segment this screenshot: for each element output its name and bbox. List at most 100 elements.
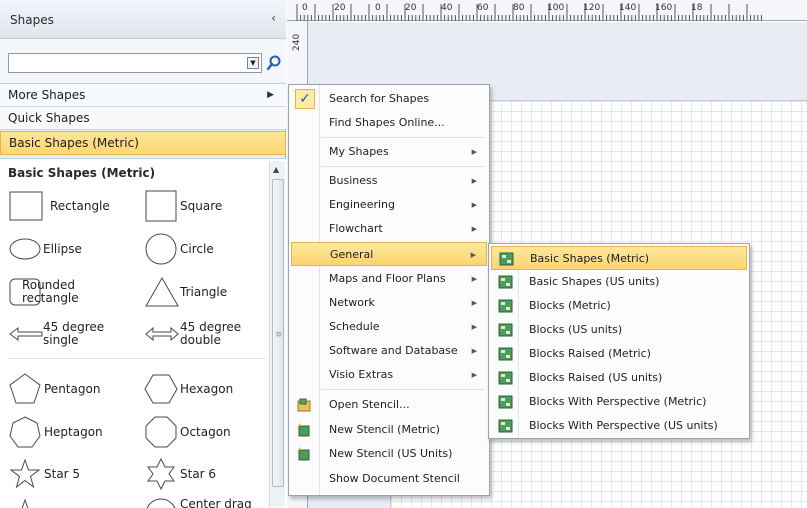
search-input[interactable]: ▼: [8, 53, 262, 73]
shape-label: Heptagon: [44, 424, 103, 439]
open-stencil-icon: [297, 398, 311, 412]
menu-item-my-shapes[interactable]: My Shapes ▶: [291, 140, 487, 164]
search-dropdown-button[interactable]: ▼: [247, 57, 259, 69]
shape-hexagon[interactable]: Hexagon: [144, 372, 264, 406]
menu-item-label: Network: [329, 296, 375, 309]
shape-center-drag[interactable]: Center drag: [144, 497, 264, 508]
hexagon-shape-icon: [144, 374, 178, 404]
shape-octagon[interactable]: Octagon: [144, 415, 264, 449]
shape-pentagon[interactable]: Pentagon: [8, 372, 138, 406]
submenu-item-label: Blocks Raised (US units): [529, 371, 663, 384]
menu-item-flowchart[interactable]: Flowchart ▶: [291, 217, 487, 241]
submenu-arrow-icon: ▶: [471, 225, 477, 233]
double-arrow-shape-icon: [145, 326, 179, 342]
center-drag-shape-icon: [146, 498, 176, 508]
shape-45-degree-double[interactable]: 45 degree double: [144, 317, 264, 351]
horizontal-ruler[interactable]: 0 20 0 20 40 60 80 100 120 140 160 18: [287, 0, 807, 21]
ruler-number: 240: [292, 33, 302, 51]
ruler-number: 40: [441, 3, 453, 13]
submenu-item-label: Blocks (US units): [529, 323, 623, 336]
submenu-item-blocks-raised-metric[interactable]: Blocks Raised (Metric): [491, 342, 747, 366]
stencil-icon: [498, 419, 513, 433]
ruler-number: 18: [691, 3, 703, 13]
shape-heptagon[interactable]: Heptagon: [8, 415, 138, 449]
ruler-number: 140: [619, 3, 637, 13]
menu-item-schedule[interactable]: Schedule ▶: [291, 315, 487, 339]
stencil-scrollbar[interactable]: ▲ ≡: [269, 161, 285, 507]
menu-item-network[interactable]: Network ▶: [291, 291, 487, 315]
shape-square[interactable]: Square: [144, 189, 264, 223]
grip-icon: ≡: [275, 330, 283, 340]
shape-label: Square: [180, 198, 223, 213]
menu-item-visio-extras[interactable]: Visio Extras ▶: [291, 363, 487, 387]
shape-label: Triangle: [180, 284, 228, 299]
menu-item-label: Open Stencil...: [329, 398, 410, 411]
menu-item-new-stencil-metric[interactable]: New Stencil (Metric): [291, 418, 487, 442]
shape-partial-star[interactable]: [8, 497, 48, 508]
menu-item-label: New Stencil (US Units): [329, 447, 453, 460]
shape-star-5[interactable]: Star 5: [8, 457, 138, 491]
stencil-icon: [498, 395, 513, 409]
shape-triangle[interactable]: Triangle: [144, 275, 264, 309]
quick-shapes-button[interactable]: Quick Shapes: [0, 107, 286, 130]
submenu-item-label: Blocks With Perspective (US units): [529, 419, 718, 432]
shape-label: 45 degree double: [180, 320, 242, 347]
shape-label: Hexagon: [180, 381, 234, 396]
submenu-item-basic-shapes-metric[interactable]: Basic Shapes (Metric): [491, 246, 747, 270]
menu-item-find-shapes-online[interactable]: Find Shapes Online...: [291, 111, 487, 135]
shapes-pane-title: Shapes: [10, 13, 54, 27]
shape-rectangle[interactable]: Rectangle: [8, 189, 138, 223]
submenu-arrow-icon: ▶: [471, 148, 477, 156]
menu-item-business[interactable]: Business ▶: [291, 169, 487, 193]
menu-separator: [321, 166, 485, 167]
shape-label: Star 6: [180, 466, 217, 481]
shape-label: Rounded rectangle: [22, 278, 79, 305]
shape-label: Rectangle: [50, 198, 110, 213]
submenu-item-blocks-metric[interactable]: Blocks (Metric): [491, 294, 747, 318]
stencil-icon: [498, 299, 513, 313]
submenu-arrow-icon: ▶: [471, 275, 477, 283]
shape-star-6[interactable]: Star 6: [144, 457, 264, 491]
shapes-pane-header: Shapes ‹: [0, 0, 286, 39]
submenu-arrow-icon: ▶: [471, 347, 477, 355]
shape-rounded-rectangle[interactable]: Rounded rectangle: [8, 275, 138, 309]
submenu-item-basic-shapes-us-units[interactable]: Basic Shapes (US units): [491, 270, 747, 294]
more-shapes-button[interactable]: More Shapes ▶: [0, 84, 286, 107]
submenu-item-blocks-with-perspective-metric[interactable]: Blocks With Perspective (Metric): [491, 390, 747, 414]
collapse-pane-button[interactable]: ‹: [271, 11, 276, 25]
shape-circle[interactable]: Circle: [144, 232, 264, 266]
menu-item-label: Show Document Stencil: [329, 472, 460, 485]
menu-item-label: Software and Database: [329, 344, 458, 357]
shape-45-degree-single[interactable]: 45 degree single: [8, 317, 138, 351]
search-icon: [266, 55, 281, 71]
menu-item-general[interactable]: General ▶: [291, 242, 487, 266]
star6-shape-icon: [147, 457, 175, 491]
menu-item-search-for-shapes[interactable]: ✓ Search for Shapes: [291, 87, 487, 111]
general-submenu: Basic Shapes (Metric) Basic Shapes (US u…: [488, 243, 750, 439]
menu-item-show-document-stencil[interactable]: Show Document Stencil: [291, 467, 487, 491]
menu-item-label: Visio Extras: [329, 368, 394, 381]
menu-item-new-stencil-us-units[interactable]: New Stencil (US Units): [291, 442, 487, 466]
submenu-item-blocks-us-units[interactable]: Blocks (US units): [491, 318, 747, 342]
menu-item-label: My Shapes: [329, 145, 389, 158]
submenu-item-blocks-with-perspective-us-units[interactable]: Blocks With Perspective (US units): [491, 414, 747, 438]
menu-item-label: Schedule: [329, 320, 380, 333]
menu-item-label: New Stencil (Metric): [329, 423, 440, 436]
shape-ellipse[interactable]: Ellipse: [8, 232, 138, 266]
shape-label: Pentagon: [44, 381, 101, 396]
stencil-icon: [498, 347, 513, 361]
menu-item-engineering[interactable]: Engineering ▶: [291, 193, 487, 217]
submenu-arrow-icon: ▶: [471, 299, 477, 307]
submenu-arrow-icon: ▶: [471, 323, 477, 331]
checkmark-icon: ✓: [295, 89, 315, 109]
scrollbar-thumb[interactable]: ≡: [272, 179, 284, 487]
scroll-up-arrow-icon[interactable]: ▲: [273, 165, 279, 174]
submenu-item-label: Blocks Raised (Metric): [529, 347, 651, 360]
search-button[interactable]: [265, 53, 283, 73]
menu-item-open-stencil[interactable]: Open Stencil...: [291, 393, 487, 417]
menu-item-software-and-database[interactable]: Software and Database ▶: [291, 339, 487, 363]
submenu-item-blocks-raised-us-units[interactable]: Blocks Raised (US units): [491, 366, 747, 390]
ruler-number: 0: [375, 3, 381, 13]
basic-shapes-stencil-tab[interactable]: Basic Shapes (Metric): [0, 131, 286, 155]
menu-item-maps-and-floor-plans[interactable]: Maps and Floor Plans ▶: [291, 267, 487, 291]
